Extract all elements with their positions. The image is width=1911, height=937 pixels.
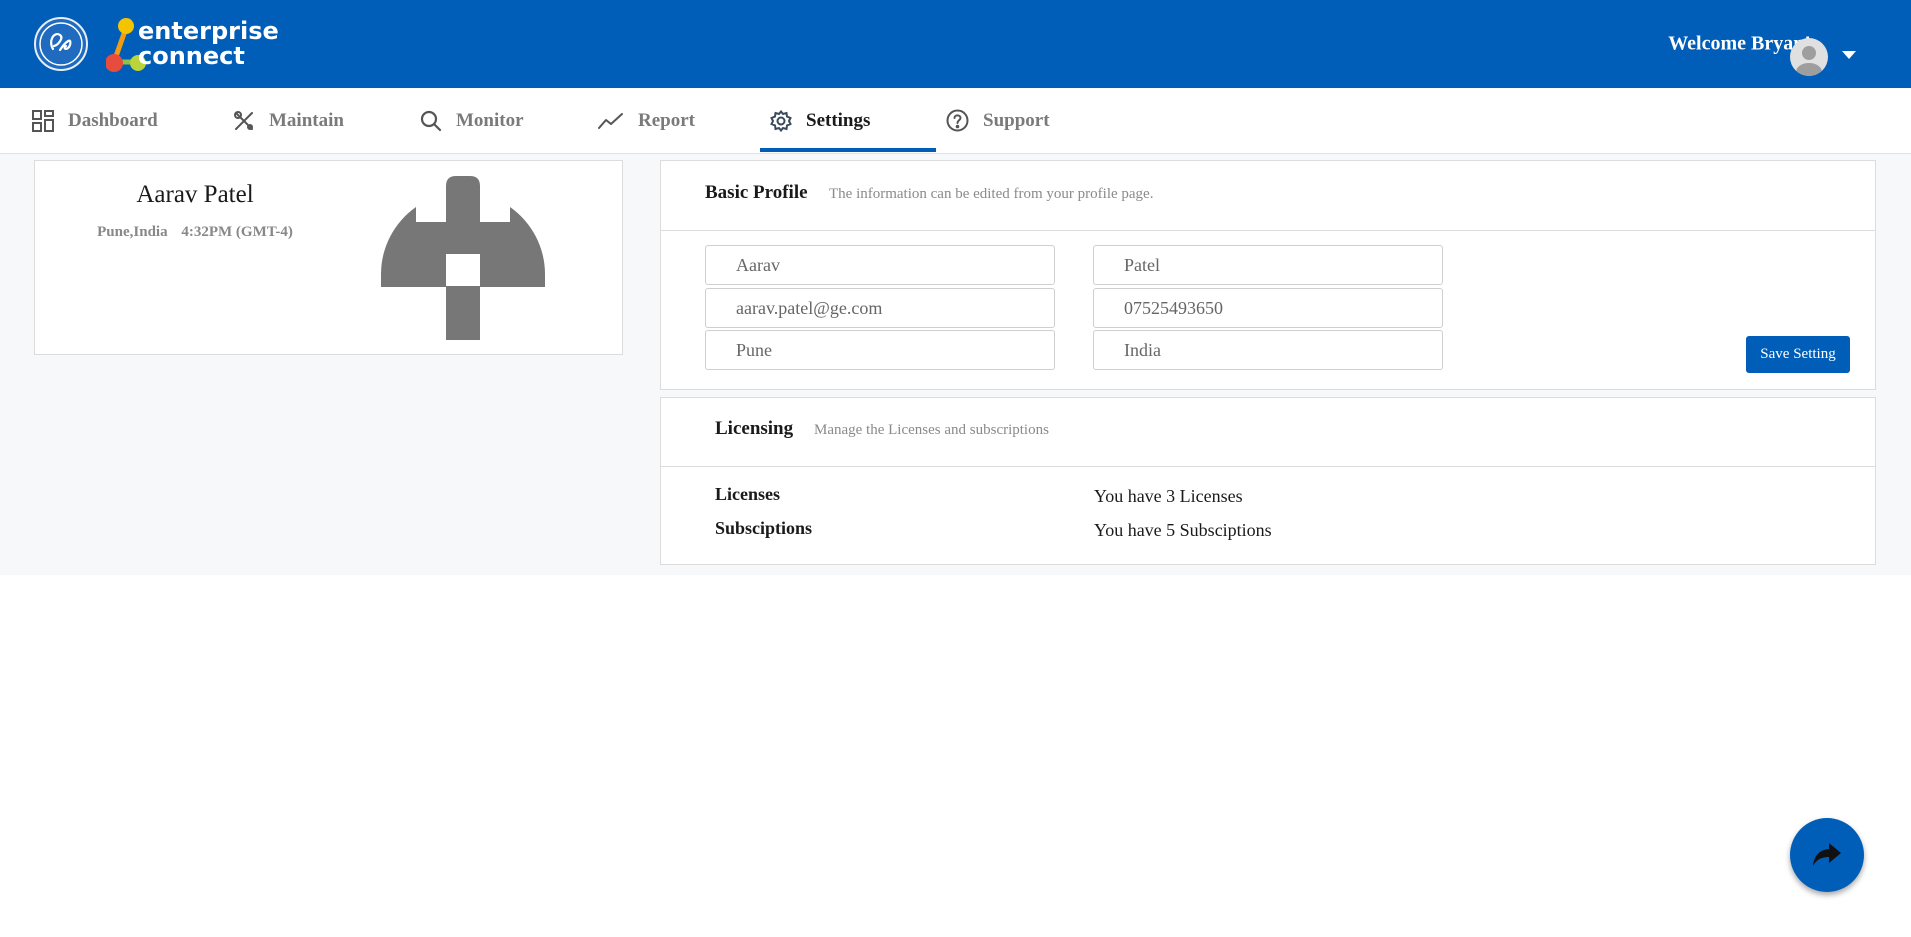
dashboard-icon (32, 109, 54, 132)
profile-meta: Pune,India 4:32PM (GMT-4) (35, 224, 355, 241)
licensing-header: Licensing Manage the Licenses and subscr… (661, 398, 1875, 467)
tab-label: Dashboard (68, 109, 158, 131)
profile-card: Aarav Patel Pune,India 4:32PM (GMT-4) (34, 160, 623, 355)
profile-name: Aarav Patel (136, 181, 254, 208)
share-arrow-icon (1813, 843, 1841, 866)
brand-line-2: connect (138, 42, 245, 70)
profile-location: Pune,India (97, 224, 168, 240)
tab-label: Maintain (269, 109, 344, 131)
ge-logo[interactable] (34, 17, 88, 71)
top-bar: enterprise connect Welcome Bryan! (0, 0, 1911, 88)
tab-report[interactable]: Report (598, 88, 695, 153)
licenses-label: Licenses (715, 484, 780, 504)
phone-field[interactable] (1093, 288, 1443, 328)
profile-photo-placeholder (381, 176, 545, 340)
active-tab-indicator (760, 148, 936, 152)
subscriptions-label: Subsciptions (715, 518, 813, 538)
basic-profile-subtitle: The information can be edited from your … (829, 186, 1154, 202)
share-fab-button[interactable] (1790, 818, 1864, 892)
gear-icon (770, 109, 792, 132)
tab-label: Settings (806, 109, 871, 131)
trend-icon (598, 112, 623, 129)
profile-time: 4:32PM (GMT-4) (181, 224, 293, 240)
enterprise-connect-logo[interactable]: enterprise connect (106, 16, 279, 74)
search-icon (420, 110, 442, 131)
country-field[interactable] (1093, 330, 1443, 370)
subscriptions-value: You have 5 Subsciptions (1094, 520, 1272, 540)
main-nav: Dashboard Maintain Monitor Report Settin… (0, 88, 1911, 154)
tab-label: Report (638, 109, 695, 131)
licensing-card: Licensing Manage the Licenses and subscr… (660, 397, 1876, 565)
user-avatar[interactable] (1790, 38, 1828, 76)
tab-support[interactable]: Support (946, 88, 1050, 153)
first-name-field[interactable] (705, 245, 1055, 285)
email-field[interactable] (705, 288, 1055, 328)
chevron-down-icon[interactable] (1842, 51, 1856, 59)
tab-label: Support (983, 109, 1050, 131)
tab-dashboard[interactable]: Dashboard (32, 88, 158, 153)
tab-monitor[interactable]: Monitor (420, 88, 524, 153)
help-icon (946, 109, 969, 132)
brand-line-1: enterprise (138, 17, 279, 45)
tab-settings[interactable]: Settings (770, 88, 870, 153)
last-name-field[interactable] (1093, 245, 1443, 285)
tools-icon (234, 110, 253, 130)
basic-profile-header: Basic Profile The information can be edi… (661, 161, 1875, 231)
tab-maintain[interactable]: Maintain (233, 88, 344, 153)
licenses-value: You have 3 Licenses (1094, 486, 1243, 506)
basic-profile-title: Basic Profile (705, 182, 808, 203)
licensing-title: Licensing (715, 418, 794, 439)
save-setting-button[interactable]: Save Setting (1746, 336, 1850, 373)
licensing-subtitle: Manage the Licenses and subscriptions (814, 422, 1049, 438)
tab-label: Monitor (456, 109, 524, 131)
city-field[interactable] (705, 330, 1055, 370)
